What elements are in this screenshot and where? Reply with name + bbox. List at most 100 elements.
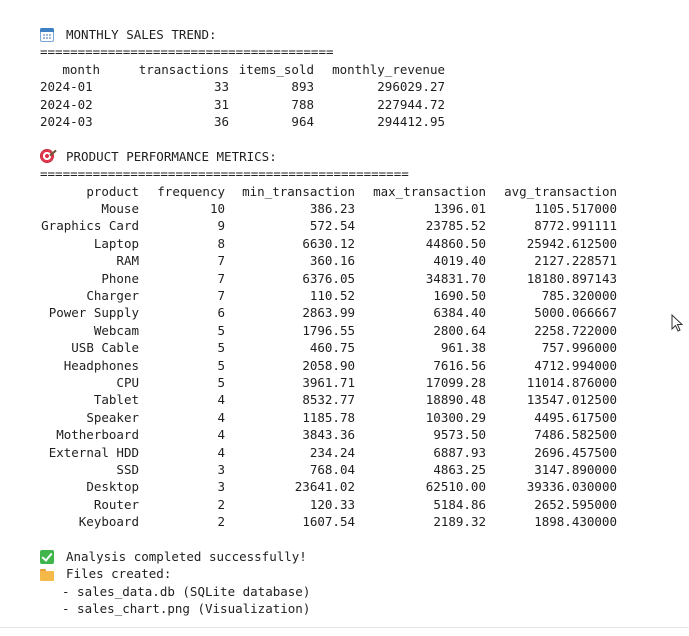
- table-row: Speaker 4 1185.78 10300.29 4495.617500: [40, 409, 617, 426]
- table-cell: 768.04: [309, 462, 355, 478]
- table-cell: 893: [291, 79, 314, 95]
- table-cell: 6: [217, 305, 225, 321]
- table-cell: Speaker: [86, 409, 139, 425]
- table-row: Desktop 3 23641.02 62510.00 39336.030000: [40, 478, 617, 495]
- table-row: Webcam 5 1796.55 2800.64 2258.722000: [40, 322, 617, 339]
- table-cell: 4863.25: [433, 462, 486, 478]
- table-cell: CPU: [116, 375, 139, 391]
- table-row: 2024-02 31 788 227944.72: [40, 96, 445, 113]
- table-row: RAM 7 360.16 4019.40 2127.228571: [40, 252, 617, 269]
- list-item: - sales_chart.png (Visualization): [62, 601, 311, 617]
- table-cell: 3843.36: [302, 427, 355, 443]
- table-cell: 39336.030000: [526, 479, 617, 495]
- table-row: Graphics Card 9 572.54 23785.52 8772.991111: [40, 217, 617, 234]
- table-cell: 1690.50: [433, 288, 486, 304]
- table-cell: 5184.86: [433, 496, 486, 512]
- table-row: Phone 7 6376.05 34831.70 18180.897143: [40, 270, 617, 287]
- table-cell: 2: [217, 514, 225, 530]
- monthly-sales-title: MONTHLY SALES TREND:: [66, 27, 217, 42]
- product-metrics-heading: PRODUCT PERFORMANCE METRICS:: [40, 148, 640, 165]
- product-metrics-table: product frequency min_transaction max_tr…: [40, 183, 617, 531]
- table-cell: 7: [217, 288, 225, 304]
- column-header: transactions: [138, 61, 229, 77]
- table-cell: 4019.40: [433, 253, 486, 269]
- table-row: Keyboard 2 1607.54 2189.32 1898.430000: [40, 513, 617, 530]
- table-cell: Mouse: [101, 200, 139, 216]
- table-cell: 4: [217, 444, 225, 460]
- table-row: CPU 5 3961.71 17099.28 11014.876000: [40, 374, 617, 391]
- table-cell: 2024-02: [40, 96, 93, 112]
- table-cell: USB Cable: [71, 340, 139, 356]
- table-cell: 4: [217, 427, 225, 443]
- column-header: avg_transaction: [504, 183, 617, 199]
- table-cell: 7: [217, 253, 225, 269]
- table-cell: 2800.64: [433, 322, 486, 338]
- table-cell: 227944.72: [377, 96, 445, 112]
- target-icon: [40, 149, 54, 164]
- table-cell: 31: [213, 96, 229, 112]
- column-header: product: [86, 183, 139, 199]
- table-cell: Webcam: [93, 322, 139, 338]
- table-cell: 4712.994000: [534, 357, 617, 373]
- table-cell: 7616.56: [433, 357, 486, 373]
- table-cell: 1396.01: [433, 200, 486, 216]
- table-cell: External HDD: [48, 444, 139, 460]
- column-header: min_transaction: [242, 183, 355, 199]
- table-cell: 5: [217, 357, 225, 373]
- table-cell: Phone: [101, 270, 139, 286]
- table-cell: 961.38: [440, 340, 486, 356]
- table-cell: 964: [291, 114, 314, 129]
- table-cell: 4: [217, 409, 225, 425]
- table-cell: 120.33: [309, 496, 355, 512]
- column-header: monthly_revenue: [332, 61, 445, 77]
- table-cell: 18180.897143: [526, 270, 617, 286]
- column-header: items_sold: [238, 61, 314, 77]
- table-row: USB Cable 5 460.75 961.38 757.996000: [40, 339, 617, 356]
- table-header-row: product frequency min_transaction max_tr…: [40, 183, 617, 200]
- list-item: - sales_data.db (SQLite database): [62, 583, 311, 599]
- column-header: max_transaction: [373, 183, 486, 199]
- table-cell: 23785.52: [425, 218, 486, 234]
- table-cell: 1105.517000: [534, 200, 617, 216]
- monthly-sales-heading: MONTHLY SALES TREND:: [40, 26, 640, 43]
- table-cell: RAM: [116, 253, 139, 269]
- table-cell: 17099.28: [425, 375, 486, 391]
- table-cell: 2258.722000: [534, 322, 617, 338]
- table-row: Charger 7 110.52 1690.50 785.320000: [40, 287, 617, 304]
- table-cell: 2058.90: [302, 357, 355, 373]
- table-cell: 5: [217, 375, 225, 391]
- table-cell: 2652.595000: [534, 496, 617, 512]
- table-cell: 788: [291, 96, 314, 112]
- table-cell: 10300.29: [425, 409, 486, 425]
- table-cell: Tablet: [93, 392, 139, 408]
- table-cell: 1185.78: [302, 409, 355, 425]
- table-cell: 33: [213, 79, 229, 95]
- table-cell: 572.54: [309, 218, 355, 234]
- table-cell: 10: [209, 200, 225, 216]
- check-mark-icon: [40, 549, 54, 564]
- table-cell: 460.75: [309, 340, 355, 356]
- table-cell: 11014.876000: [526, 375, 617, 391]
- table-cell: Router: [93, 496, 139, 512]
- table-row: Mouse 10 386.23 1396.01 1105.517000: [40, 200, 617, 217]
- monthly-sales-rule: =======================================: [40, 44, 334, 60]
- product-metrics-rule: ========================================…: [40, 166, 409, 182]
- folder-icon: [40, 568, 54, 581]
- table-cell: 386.23: [309, 200, 355, 216]
- table-cell: Desktop: [86, 479, 139, 495]
- table-header-row: month transactions items_sold monthly_re…: [40, 61, 445, 78]
- table-cell: 7: [217, 270, 225, 286]
- table-cell: Keyboard: [78, 514, 139, 530]
- table-row: Router 2 120.33 5184.86 2652.595000: [40, 496, 617, 513]
- table-cell: 8772.991111: [534, 218, 617, 234]
- table-cell: 44860.50: [425, 235, 486, 251]
- table-cell: 7486.582500: [534, 427, 617, 443]
- table-cell: 9573.50: [433, 427, 486, 443]
- table-cell: 34831.70: [425, 270, 486, 286]
- table-cell: Motherboard: [56, 427, 139, 443]
- table-cell: 6887.93: [433, 444, 486, 460]
- mouse-pointer-icon: [671, 314, 683, 332]
- table-cell: 18890.48: [425, 392, 486, 408]
- table-cell: 296029.27: [377, 79, 445, 95]
- monthly-sales-table: month transactions items_sold monthly_re…: [40, 61, 445, 131]
